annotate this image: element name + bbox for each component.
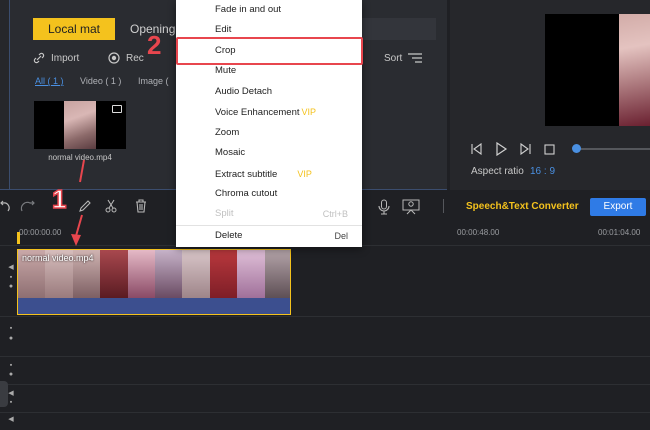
annotation-arrow: [71, 159, 85, 246]
step-number-2: 2: [147, 30, 162, 60]
step-number-1: 1: [51, 183, 67, 215]
